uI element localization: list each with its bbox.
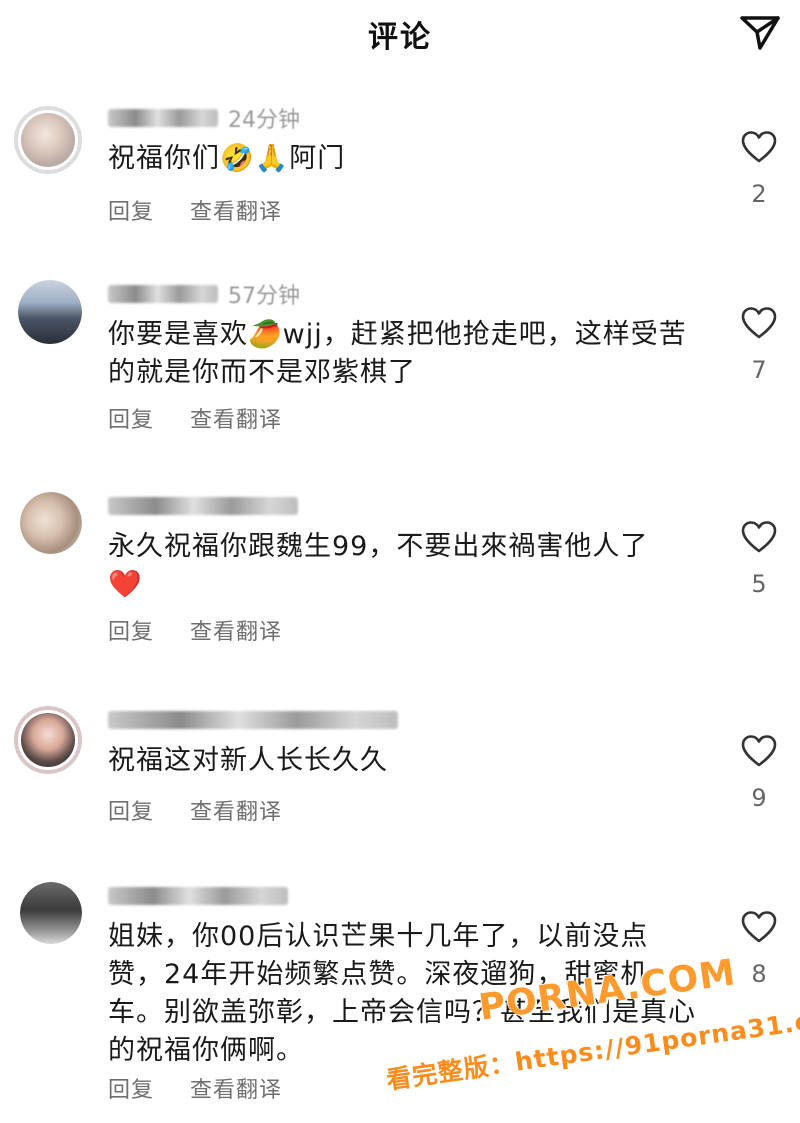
like-button[interactable]: 7 bbox=[734, 306, 784, 384]
comment-actions: 回复 查看翻译 bbox=[108, 1072, 282, 1104]
heart-icon bbox=[741, 735, 777, 767]
comment-time: 24分钟 bbox=[228, 108, 300, 133]
avatar[interactable] bbox=[20, 492, 82, 554]
avatar[interactable] bbox=[18, 280, 82, 344]
page-title: 评论 bbox=[368, 20, 432, 55]
comment-meta: 24分钟 bbox=[108, 104, 300, 133]
avatar[interactable] bbox=[14, 706, 82, 774]
comment-meta: 57分钟 bbox=[108, 280, 300, 309]
like-count: 5 bbox=[751, 570, 767, 598]
comment-text: 祝福这对新人长长久久 bbox=[108, 745, 388, 776]
comment-text: 祝福你们🤣🙏阿门 bbox=[108, 143, 346, 174]
like-button[interactable]: 8 bbox=[734, 910, 784, 988]
reply-button[interactable]: 回复 bbox=[108, 614, 154, 646]
avatar[interactable] bbox=[14, 106, 82, 174]
like-count: 9 bbox=[751, 784, 767, 812]
like-count: 2 bbox=[751, 180, 767, 208]
like-button[interactable]: 5 bbox=[734, 520, 784, 598]
username-blurred[interactable] bbox=[108, 711, 398, 729]
like-button[interactable]: 2 bbox=[734, 130, 784, 208]
reply-button[interactable]: 回复 bbox=[108, 1072, 154, 1104]
heart-icon bbox=[741, 911, 777, 943]
heart-icon bbox=[741, 307, 777, 339]
heart-icon bbox=[741, 131, 777, 163]
comment-text: 永久祝福你跟魏生99，不要出來禍害他人了 ❤️ bbox=[108, 531, 649, 600]
comment-meta bbox=[108, 706, 398, 734]
avatar[interactable] bbox=[20, 882, 82, 944]
reply-button[interactable]: 回复 bbox=[108, 402, 154, 434]
reply-button[interactable]: 回复 bbox=[108, 194, 154, 226]
translate-button[interactable]: 查看翻译 bbox=[190, 194, 282, 226]
translate-button[interactable]: 查看翻译 bbox=[190, 794, 282, 826]
heart-icon bbox=[741, 521, 777, 553]
reply-button[interactable]: 回复 bbox=[108, 794, 154, 826]
like-button[interactable]: 9 bbox=[734, 734, 784, 812]
translate-button[interactable]: 查看翻译 bbox=[190, 1072, 282, 1104]
comment-actions: 回复 查看翻译 bbox=[108, 402, 282, 434]
username-blurred[interactable] bbox=[108, 285, 218, 303]
comment-meta bbox=[108, 882, 288, 910]
username-blurred[interactable] bbox=[108, 497, 298, 515]
username-blurred[interactable] bbox=[108, 109, 218, 127]
comment-actions: 回复 查看翻译 bbox=[108, 194, 282, 226]
comment-text: 你要是喜欢🥭wjj，赶紧把他抢走吧，这样受苦的就是你而不是邓紫棋了 bbox=[108, 319, 687, 388]
comment-meta bbox=[108, 492, 298, 520]
username-blurred[interactable] bbox=[108, 887, 288, 905]
translate-button[interactable]: 查看翻译 bbox=[190, 402, 282, 434]
like-count: 8 bbox=[751, 960, 767, 988]
like-count: 7 bbox=[751, 356, 767, 384]
comments-header: 评论 bbox=[0, 0, 800, 70]
comment-time: 57分钟 bbox=[228, 284, 300, 309]
comment-actions: 回复 查看翻译 bbox=[108, 614, 282, 646]
comment-actions: 回复 查看翻译 bbox=[108, 794, 282, 826]
translate-button[interactable]: 查看翻译 bbox=[190, 614, 282, 646]
paper-plane-icon[interactable] bbox=[738, 12, 782, 52]
